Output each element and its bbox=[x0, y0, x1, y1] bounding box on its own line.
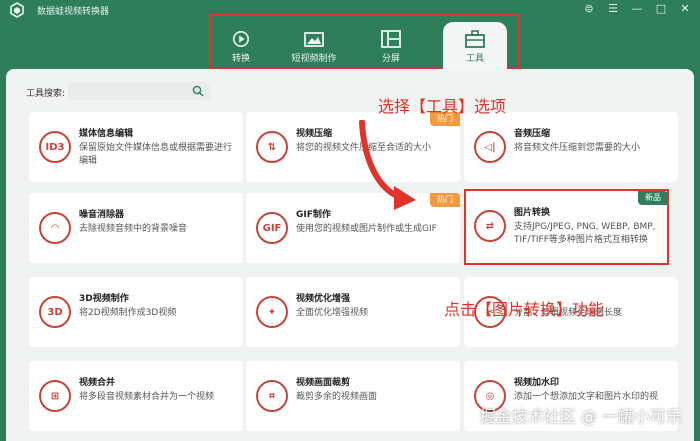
convert-icon bbox=[232, 30, 250, 48]
compress-icon: ⇅ bbox=[256, 131, 288, 163]
tool-card-video-enhance[interactable]: ✦ 视频优化增强 全面优化增强视频 bbox=[246, 277, 460, 347]
hot-badge: 热门 bbox=[430, 193, 460, 207]
search-label: 工具搜索: bbox=[26, 89, 66, 99]
tool-desc: 去除视频音频中的背景噪音 bbox=[79, 224, 188, 234]
tool-title: 噪音消除器 bbox=[79, 210, 125, 220]
menu-icon[interactable]: ☰ bbox=[606, 2, 620, 16]
app-title: 数据蛙视频转换器 bbox=[37, 7, 110, 17]
annotation-click-convert: 点击【图片转换】功能 bbox=[444, 300, 605, 319]
tab-split-screen[interactable]: 分屏 bbox=[361, 22, 421, 68]
tool-title: 视频优化增强 bbox=[296, 294, 351, 304]
tool-title: GIF制作 bbox=[296, 210, 331, 220]
tool-desc: 全面优化增强视频 bbox=[296, 308, 369, 318]
tool-title: 媒体信息编辑 bbox=[79, 129, 134, 139]
tool-desc: 使用您的视频或图片制作或生成GIF bbox=[296, 224, 437, 234]
tool-desc: 保留原始文件媒体信息或根据需要进行编辑 bbox=[79, 143, 233, 166]
tool-title: 视频画面裁剪 bbox=[296, 378, 351, 388]
annotation-select-tools: 选择【工具】选项 bbox=[378, 97, 507, 116]
audio-compress-icon: ◁| bbox=[474, 131, 506, 163]
tab-label: 短视频制作 bbox=[291, 54, 337, 64]
tool-title: 视频合并 bbox=[79, 378, 116, 388]
split-screen-icon bbox=[381, 30, 401, 48]
tab-label: 分屏 bbox=[381, 54, 400, 64]
tool-desc: 将2D视频制作成3D视频 bbox=[79, 308, 177, 318]
tool-card-video-merge[interactable]: ⊞ 视频合并 将多段音视频素材合并为一个视频 bbox=[29, 361, 243, 431]
id3-icon: ID3 bbox=[39, 131, 71, 163]
tab-label: 工具 bbox=[465, 54, 484, 64]
tool-title: 视频压缩 bbox=[296, 129, 333, 139]
tab-short-video[interactable]: 短视频制作 bbox=[281, 22, 347, 68]
tool-title: 音频压缩 bbox=[514, 129, 551, 139]
tool-desc: 裁剪多余的视频画面 bbox=[296, 392, 378, 402]
tool-card-audio-compress[interactable]: ◁| 音频压缩 将音频文件压缩到您需要的大小 bbox=[464, 112, 678, 182]
search-icon[interactable] bbox=[192, 85, 204, 97]
maximize-button[interactable]: □ bbox=[654, 2, 668, 16]
app-logo-icon bbox=[10, 2, 24, 18]
toolbox-icon bbox=[465, 30, 485, 48]
tool-desc: 将音频文件压缩到您需要的大小 bbox=[514, 143, 641, 153]
settings-icon[interactable]: ⊜ bbox=[582, 2, 596, 16]
crop-icon: ⌗ bbox=[256, 380, 288, 412]
merge-icon: ⊞ bbox=[39, 380, 71, 412]
enhance-icon: ✦ bbox=[256, 296, 288, 328]
watermark-text: 掘金技术社区 @ 一罐小可乐 bbox=[479, 407, 682, 426]
tab-convert[interactable]: 转换 bbox=[211, 22, 271, 68]
headphones-icon: ◠ bbox=[39, 212, 71, 244]
tool-card-media-info[interactable]: ID3 媒体信息编辑 保留原始文件媒体信息或根据需要进行编辑 bbox=[29, 112, 243, 182]
minimize-button[interactable]: — bbox=[630, 2, 644, 16]
3d-icon: 3D bbox=[39, 296, 71, 328]
main-tabs: 转换 短视频制作 分屏 工具 bbox=[209, 14, 520, 70]
tool-desc: 将多段音视频素材合并为一个视频 bbox=[79, 392, 215, 402]
tool-title: 3D视频制作 bbox=[79, 294, 129, 304]
tab-tools[interactable]: 工具 bbox=[443, 22, 507, 70]
short-video-icon bbox=[304, 32, 324, 47]
search-input[interactable] bbox=[68, 82, 210, 100]
tool-card-noise-removal[interactable]: ◠ 噪音消除器 去除视频音频中的背景噪音 bbox=[29, 193, 243, 263]
annotation-arrow-icon bbox=[359, 120, 416, 210]
gif-icon: GIF bbox=[256, 212, 288, 244]
tab-label: 转换 bbox=[231, 54, 250, 64]
close-button[interactable]: ✕ bbox=[678, 2, 692, 16]
tool-card-3d-video[interactable]: 3D 3D视频制作 将2D视频制作成3D视频 bbox=[29, 277, 243, 347]
highlight-box bbox=[464, 189, 669, 265]
tool-card-video-crop[interactable]: ⌗ 视频画面裁剪 裁剪多余的视频画面 bbox=[246, 361, 460, 431]
tool-title: 视频加水印 bbox=[514, 378, 560, 388]
